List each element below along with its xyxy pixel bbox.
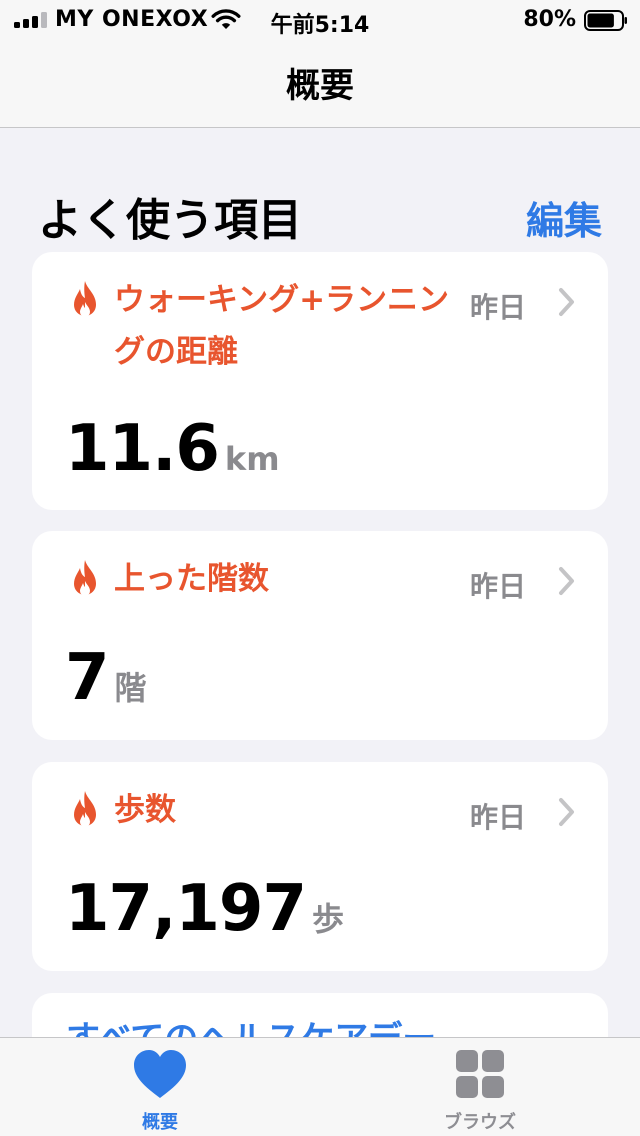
tab-label: 概要: [142, 1112, 178, 1133]
card-value-unit: 歩: [311, 900, 344, 938]
tab-label: ブラウズ: [444, 1112, 516, 1133]
flame-icon: [74, 281, 96, 317]
favorites-section-title: よく使う項目: [38, 195, 302, 246]
battery-icon: [584, 10, 627, 31]
heart-icon: [134, 1050, 186, 1098]
walking-running-distance-card[interactable]: ウォーキング+ランニングの距離 昨日 11.6 km: [32, 252, 608, 510]
card-value: 7階: [65, 641, 147, 715]
card-title: 歩数: [114, 792, 176, 828]
chevron-right-icon: [559, 567, 574, 595]
tab-browse[interactable]: ブラウズ: [400, 1038, 560, 1136]
chevron-right-icon: [559, 798, 574, 826]
card-title: 上った階数: [114, 561, 269, 597]
flights-climbed-card[interactable]: 上った階数 昨日 7階: [32, 531, 608, 740]
tab-bar: 概要 ブラウズ: [0, 1037, 640, 1136]
navigation-bar: 概要: [0, 40, 640, 128]
card-value: 17,197 歩: [65, 872, 344, 946]
edit-button[interactable]: 編集: [526, 190, 602, 245]
card-value-number: 17,197: [65, 872, 307, 946]
flame-icon: [74, 560, 96, 596]
tab-summary[interactable]: 概要: [80, 1038, 240, 1136]
card-date: 昨日: [469, 570, 526, 603]
chevron-right-icon: [559, 288, 574, 316]
card-title: ウォーキング+ランニングの距離: [114, 282, 450, 370]
page-title: 概要: [286, 66, 354, 106]
flame-icon: [74, 791, 96, 827]
steps-card[interactable]: 歩数 昨日 17,197 歩: [32, 762, 608, 971]
status-bar: MY ONEXOX 午前5:14 80%: [0, 0, 640, 40]
grid-icon: [456, 1050, 504, 1098]
battery-percentage: 80%: [523, 7, 576, 32]
card-date: 昨日: [469, 801, 526, 834]
card-date: 昨日: [469, 291, 526, 324]
card-value: 11.6 km: [65, 412, 280, 486]
card-value-number: 11.6: [65, 412, 220, 486]
card-value-unit: km: [224, 440, 280, 478]
card-value-number: 7: [65, 641, 110, 715]
card-value-unit: 階: [114, 669, 147, 707]
summary-screen: MY ONEXOX 午前5:14 80% 概要 よく使う項目 編集 ウォーキング…: [0, 0, 640, 1136]
